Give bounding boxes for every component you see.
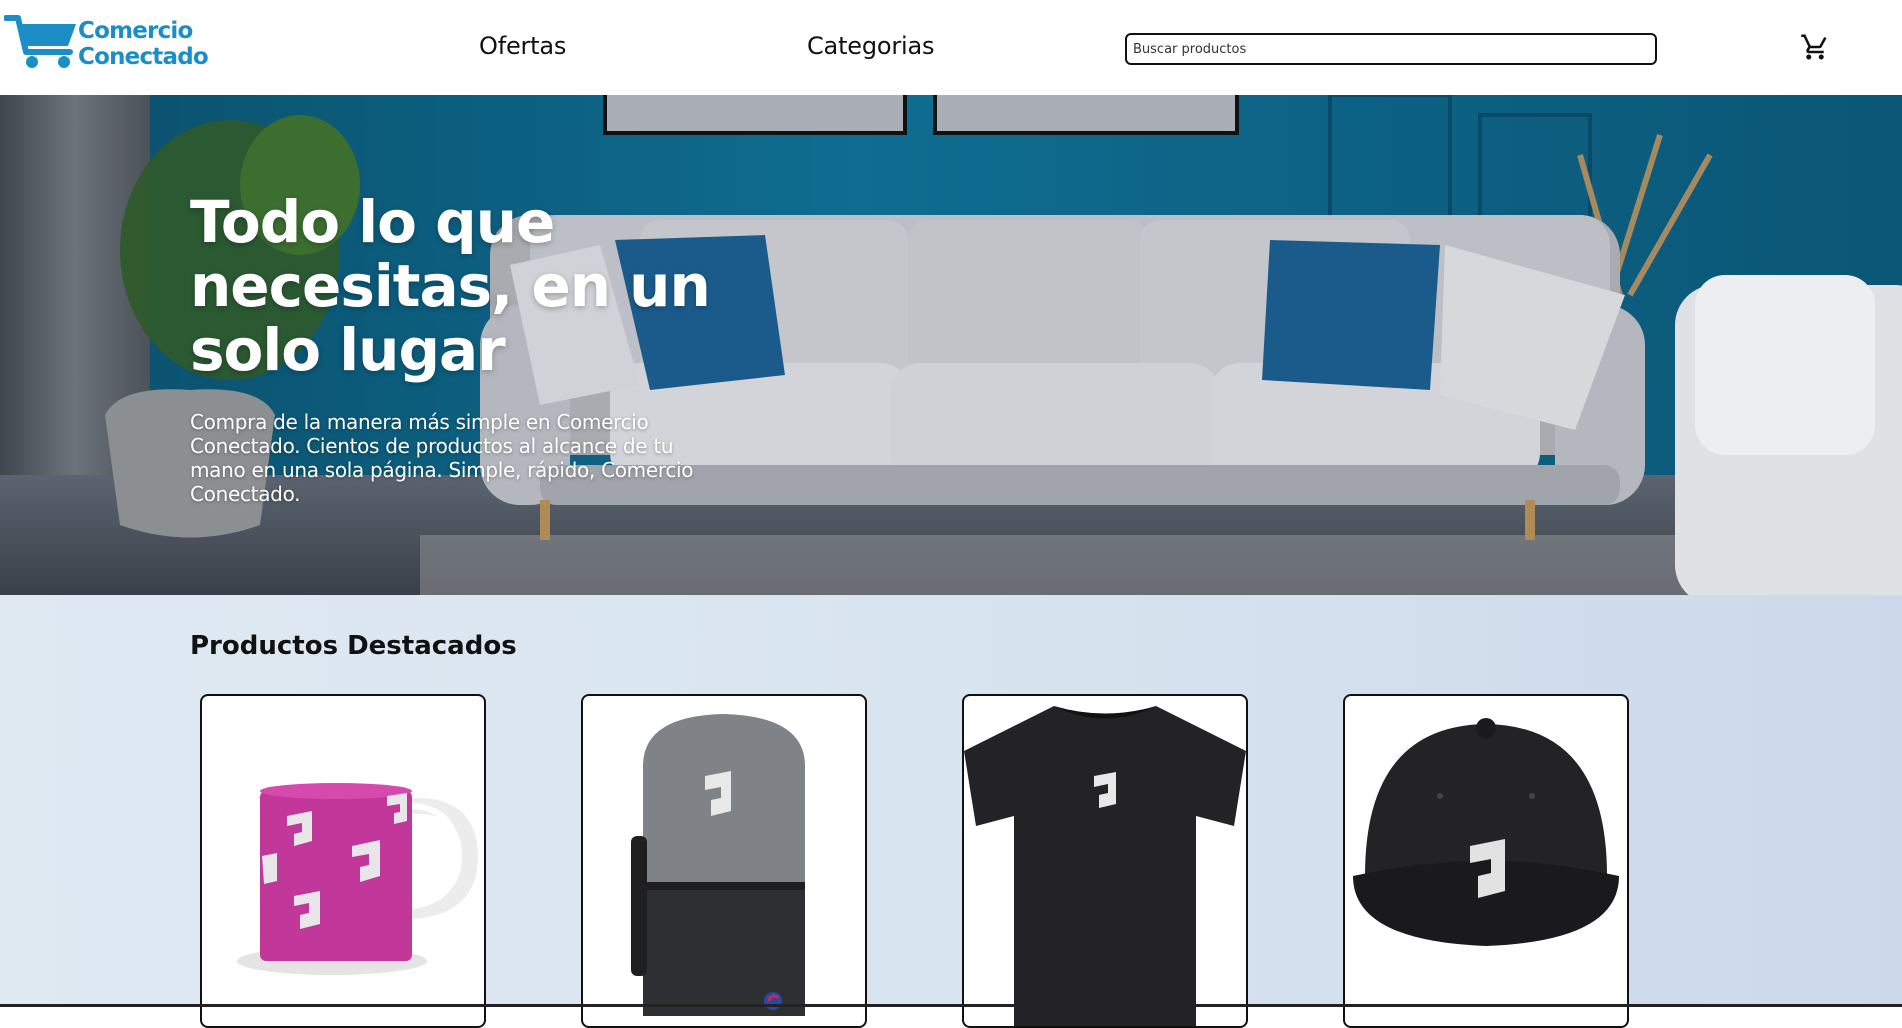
logo-text: Comercio Conectado bbox=[78, 18, 209, 70]
section-title: Productos Destacados bbox=[190, 631, 517, 661]
site-header: Comercio Conectado Ofertas Categorias bbox=[0, 0, 1902, 95]
search-input[interactable] bbox=[1125, 33, 1657, 65]
product-card-mug[interactable] bbox=[200, 694, 486, 1028]
logo-line-1: Comercio bbox=[78, 18, 193, 44]
backpack-image bbox=[631, 714, 805, 1016]
hero-title: Todo lo que necesitas, en un solo lugar bbox=[190, 188, 711, 384]
featured-products-section: Productos Destacados bbox=[0, 595, 1902, 1028]
product-card-backpack[interactable] bbox=[581, 694, 867, 1028]
site-logo[interactable]: Comercio Conectado bbox=[4, 12, 209, 72]
black-snapback-cap-image bbox=[1353, 718, 1619, 946]
product-card-t-shirt[interactable] bbox=[962, 694, 1248, 1028]
shopping-cart-icon[interactable] bbox=[1800, 32, 1830, 62]
magenta-mug-image bbox=[237, 783, 479, 975]
nav-ofertas[interactable]: Ofertas bbox=[479, 32, 566, 60]
black-t-shirt-image bbox=[964, 706, 1246, 1026]
hero-subtitle: Compra de la manera más simple en Comerc… bbox=[190, 410, 694, 506]
shopping-cart-logo-icon bbox=[4, 15, 76, 68]
hero-banner: Todo lo que necesitas, en un solo lugar … bbox=[0, 95, 1902, 595]
logo-line-2: Conectado bbox=[78, 44, 209, 70]
product-card-cap[interactable] bbox=[1343, 694, 1629, 1028]
nav-categorias[interactable]: Categorias bbox=[807, 32, 935, 60]
